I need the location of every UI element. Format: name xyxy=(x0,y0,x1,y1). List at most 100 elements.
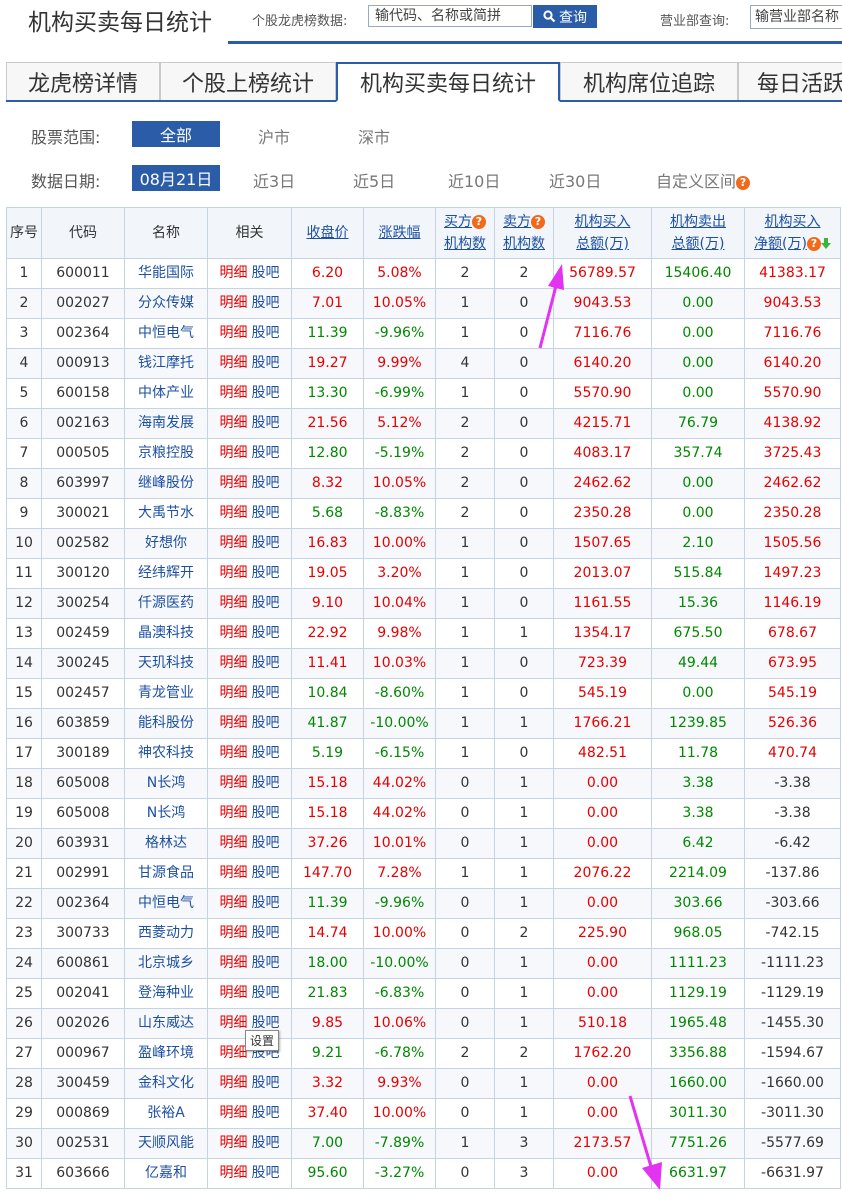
cell-code[interactable]: 002459 xyxy=(41,618,125,649)
forum-link[interactable]: 股吧 xyxy=(252,565,280,581)
detail-link[interactable]: 明细 xyxy=(220,445,248,461)
cell-name[interactable]: 仟源医药 xyxy=(124,588,208,619)
detail-link[interactable]: 明细 xyxy=(220,745,248,761)
detail-link[interactable]: 明细 xyxy=(220,925,248,941)
forum-link[interactable]: 股吧 xyxy=(252,535,280,551)
detail-link[interactable]: 明细 xyxy=(220,1045,248,1061)
cell-name[interactable]: N长鸿 xyxy=(124,768,208,799)
tab-dragon-tiger-detail[interactable]: 龙虎榜详情 xyxy=(6,62,160,100)
cell-code[interactable]: 000869 xyxy=(41,1098,125,1129)
question-icon[interactable]: ? xyxy=(806,237,821,251)
detail-link[interactable]: 明细 xyxy=(220,865,248,881)
cell-code[interactable]: 300254 xyxy=(41,588,125,619)
detail-link[interactable]: 明细 xyxy=(220,1165,248,1181)
cell-code[interactable]: 300245 xyxy=(41,648,125,679)
cell-code[interactable]: 300021 xyxy=(41,498,125,529)
cell-name[interactable]: 西菱动力 xyxy=(124,918,208,949)
detail-link[interactable]: 明细 xyxy=(220,505,248,521)
question-icon[interactable]: ? xyxy=(736,176,751,190)
date-option-10d[interactable]: 近10日 xyxy=(448,168,500,192)
forum-link[interactable]: 股吧 xyxy=(252,1015,280,1031)
cell-code[interactable]: 600861 xyxy=(41,948,125,979)
cell-name[interactable]: 钱江摩托 xyxy=(124,348,208,379)
tab-stock-listing-stats[interactable]: 个股上榜统计 xyxy=(160,62,336,100)
detail-link[interactable]: 明细 xyxy=(220,565,248,581)
cell-code[interactable]: 605008 xyxy=(41,798,125,829)
detail-link[interactable]: 明细 xyxy=(220,625,248,641)
cell-code[interactable]: 002582 xyxy=(41,528,125,559)
forum-link[interactable]: 股吧 xyxy=(252,325,280,341)
forum-link[interactable]: 股吧 xyxy=(252,355,280,371)
cell-name[interactable]: 中恒电气 xyxy=(124,318,208,349)
cell-name[interactable]: 青龙管业 xyxy=(124,678,208,709)
forum-link[interactable]: 股吧 xyxy=(252,715,280,731)
detail-link[interactable]: 明细 xyxy=(220,535,248,551)
cell-code[interactable]: 002531 xyxy=(41,1128,125,1159)
cell-code[interactable]: 603997 xyxy=(41,468,125,499)
forum-link[interactable]: 股吧 xyxy=(252,505,280,521)
cell-code[interactable]: 002041 xyxy=(41,978,125,1009)
stock-search-input[interactable] xyxy=(368,5,532,27)
cell-code[interactable]: 002991 xyxy=(41,858,125,889)
cell-code[interactable]: 603931 xyxy=(41,828,125,859)
detail-link[interactable]: 明细 xyxy=(220,265,248,281)
cell-name[interactable]: 甘源食品 xyxy=(124,858,208,889)
cell-code[interactable]: 600158 xyxy=(41,378,125,409)
detail-link[interactable]: 明细 xyxy=(220,715,248,731)
cell-name[interactable]: 好想你 xyxy=(124,528,208,559)
cell-name[interactable]: 京粮控股 xyxy=(124,438,208,469)
cell-code[interactable]: 000505 xyxy=(41,438,125,469)
detail-link[interactable]: 明细 xyxy=(220,475,248,491)
date-option-5d[interactable]: 近5日 xyxy=(353,168,395,192)
tab-institution-seat-tracking[interactable]: 机构席位追踪 xyxy=(560,62,738,100)
forum-link[interactable]: 股吧 xyxy=(252,835,280,851)
forum-link[interactable]: 股吧 xyxy=(252,1075,280,1091)
detail-link[interactable]: 明细 xyxy=(220,325,248,341)
cell-name[interactable]: 天顺风能 xyxy=(124,1128,208,1159)
cell-code[interactable]: 002163 xyxy=(41,408,125,439)
detail-link[interactable]: 明细 xyxy=(220,415,248,431)
forum-link[interactable]: 股吧 xyxy=(252,295,280,311)
cell-code[interactable]: 603666 xyxy=(41,1158,125,1189)
detail-link[interactable]: 明细 xyxy=(220,955,248,971)
cell-name[interactable]: 继峰股份 xyxy=(124,468,208,499)
header-sell-total[interactable]: 机构卖出 总额(万) xyxy=(651,207,745,259)
forum-link[interactable]: 股吧 xyxy=(252,265,280,281)
date-option-today[interactable]: 08月21日 xyxy=(132,165,220,191)
cell-code[interactable]: 603859 xyxy=(41,708,125,739)
cell-code[interactable]: 600011 xyxy=(41,258,125,289)
forum-link[interactable]: 股吧 xyxy=(252,745,280,761)
cell-name[interactable]: 张裕A xyxy=(124,1098,208,1129)
forum-link[interactable]: 股吧 xyxy=(252,1165,280,1181)
cell-code[interactable]: 002364 xyxy=(41,318,125,349)
forum-link[interactable]: 股吧 xyxy=(252,445,280,461)
query-button[interactable]: 查询 xyxy=(533,5,597,28)
cell-name[interactable]: N长鸿 xyxy=(124,798,208,829)
forum-link[interactable]: 股吧 xyxy=(252,865,280,881)
header-change-pct[interactable]: 涨跌幅 xyxy=(363,207,436,259)
forum-link[interactable]: 股吧 xyxy=(252,1135,280,1151)
cell-name[interactable]: 神农科技 xyxy=(124,738,208,769)
forum-link[interactable]: 股吧 xyxy=(252,595,280,611)
cell-code[interactable]: 000967 xyxy=(41,1038,125,1069)
cell-code[interactable]: 002026 xyxy=(41,1008,125,1039)
forum-link[interactable]: 股吧 xyxy=(252,895,280,911)
forum-link[interactable]: 股吧 xyxy=(252,985,280,1001)
detail-link[interactable]: 明细 xyxy=(220,1105,248,1121)
question-icon[interactable]: ? xyxy=(472,215,486,229)
cell-code[interactable]: 000913 xyxy=(41,348,125,379)
header-net-buy[interactable]: 机构买入 净额(万)? xyxy=(744,207,841,259)
cell-name[interactable]: 登海种业 xyxy=(124,978,208,1009)
forum-link[interactable]: 股吧 xyxy=(252,1105,280,1121)
detail-link[interactable]: 明细 xyxy=(220,895,248,911)
cell-name[interactable]: 中恒电气 xyxy=(124,888,208,919)
cell-code[interactable]: 300733 xyxy=(41,918,125,949)
tab-institution-daily-stats[interactable]: 机构买卖每日统计 xyxy=(336,62,560,102)
forum-link[interactable]: 股吧 xyxy=(252,775,280,791)
tab-daily-active[interactable]: 每日活跃 xyxy=(738,62,842,100)
forum-link[interactable]: 股吧 xyxy=(252,955,280,971)
cell-name[interactable]: 亿嘉和 xyxy=(124,1158,208,1189)
cell-code[interactable]: 002364 xyxy=(41,888,125,919)
header-close-price[interactable]: 收盘价 xyxy=(291,207,364,259)
cell-code[interactable]: 300120 xyxy=(41,558,125,589)
